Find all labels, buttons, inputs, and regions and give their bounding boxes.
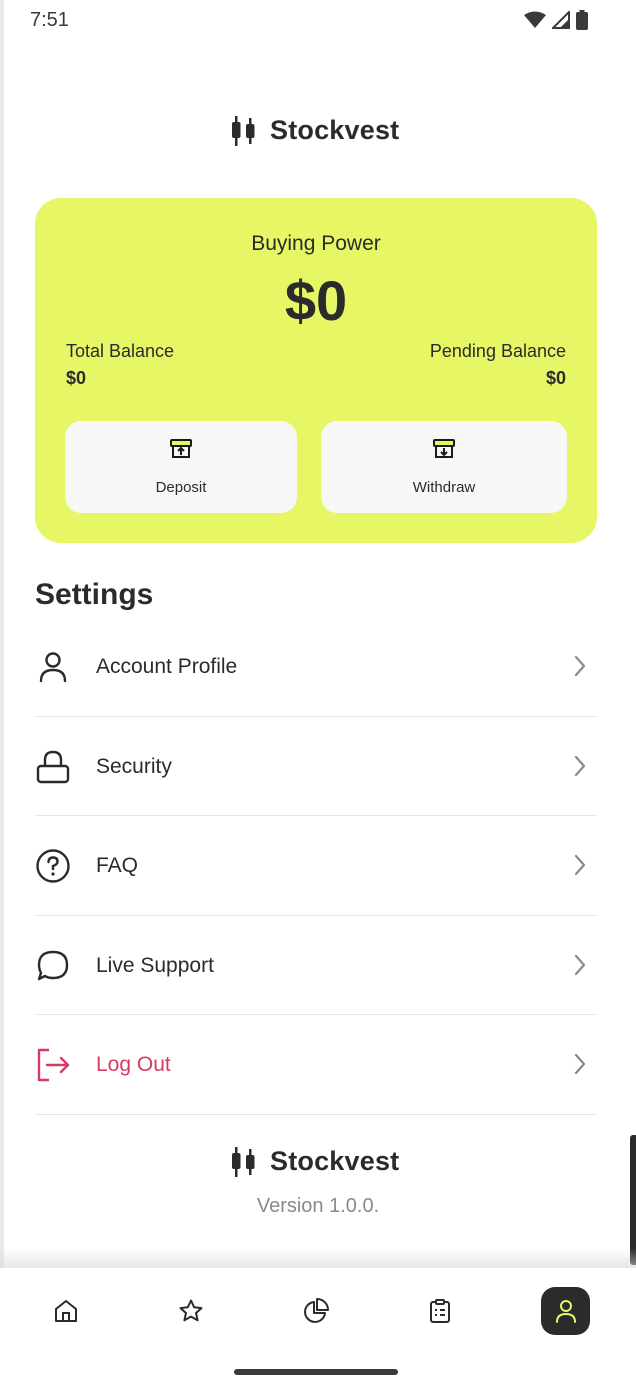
brand-name-highlight: st [374,1146,400,1176]
settings-item-label: Account Profile [96,655,238,678]
settings-list: Account Profile Security FAQ Live Suppor… [35,617,597,1115]
settings-item-faq[interactable]: FAQ [35,816,597,916]
lock-icon [36,750,70,783]
brand-name: Stockvest [270,115,399,146]
settings-item-label: Live Support [96,953,214,977]
withdraw-label: Withdraw [412,479,476,496]
status-bar: 7:51 [0,0,636,42]
tab-home[interactable] [41,1286,91,1336]
chevron-right-icon [574,854,586,876]
settings-item-log-out[interactable]: Log Out [35,1015,597,1115]
settings-item-security[interactable]: Security [35,717,597,816]
brand-logo: Stockvest [230,115,399,146]
total-balance-value: $0 [66,368,87,388]
user-icon [555,1300,576,1323]
brand-name: Stockvest [270,1146,399,1177]
scroll-indicator [630,1135,636,1265]
settings-item-account-profile[interactable]: Account Profile [35,617,597,717]
chevron-right-icon [574,655,586,677]
deposit-label: Deposit [155,479,207,496]
tab-profile[interactable] [541,1287,590,1335]
deposit-icon [170,439,192,458]
home-indicator [234,1369,398,1375]
settings-item-live-support[interactable]: Live Support [35,916,597,1015]
settings-title: Settings [35,578,154,611]
chevron-right-icon [574,755,586,776]
logout-icon [37,1048,70,1082]
window-edge [0,0,4,1388]
clipboard-icon [430,1299,450,1323]
brand-name-highlight: st [374,115,400,145]
buying-power-label: Buying Power [251,232,381,255]
app-version: Version 1.0.0. [256,1195,380,1217]
withdraw-icon [433,439,455,458]
chevron-right-icon [574,1053,586,1075]
home-icon [55,1300,77,1322]
question-icon [36,849,70,883]
tab-watchlist[interactable] [166,1286,216,1336]
footer-brand-logo: Stockvest [230,1146,399,1177]
candlestick-logo-icon [232,1146,255,1177]
tab-portfolio[interactable] [291,1286,341,1336]
tab-orders[interactable] [415,1286,465,1336]
withdraw-button[interactable]: Withdraw [321,421,567,513]
status-time: 7:51 [30,9,69,31]
status-icons [524,10,588,30]
settings-item-label: Security [96,754,172,778]
candlestick-logo-icon [232,115,255,146]
brand-name-prefix: Stockve [270,115,375,145]
user-icon [39,652,67,683]
settings-item-label: FAQ [96,854,139,877]
pending-balance-label: Pending Balance [429,341,566,361]
brand-name-prefix: Stockve [270,1146,375,1176]
star-icon [179,1299,203,1322]
settings-item-label: Log Out [96,1053,171,1076]
pending-balance-value: $0 [545,368,566,388]
balance-card: Buying Power $0 Total Balance $0 Pending… [35,198,597,543]
battery-icon [576,10,588,30]
deposit-button[interactable]: Deposit [65,421,297,513]
total-balance-label: Total Balance [66,341,175,361]
pie-chart-icon [304,1298,329,1323]
wifi-icon [524,11,546,28]
tab-bar-shadow [0,1248,636,1268]
chat-bubble-icon [37,950,69,980]
buying-power-value: $0 [284,269,348,332]
signal-icon [552,11,570,29]
chevron-right-icon [574,954,586,975]
